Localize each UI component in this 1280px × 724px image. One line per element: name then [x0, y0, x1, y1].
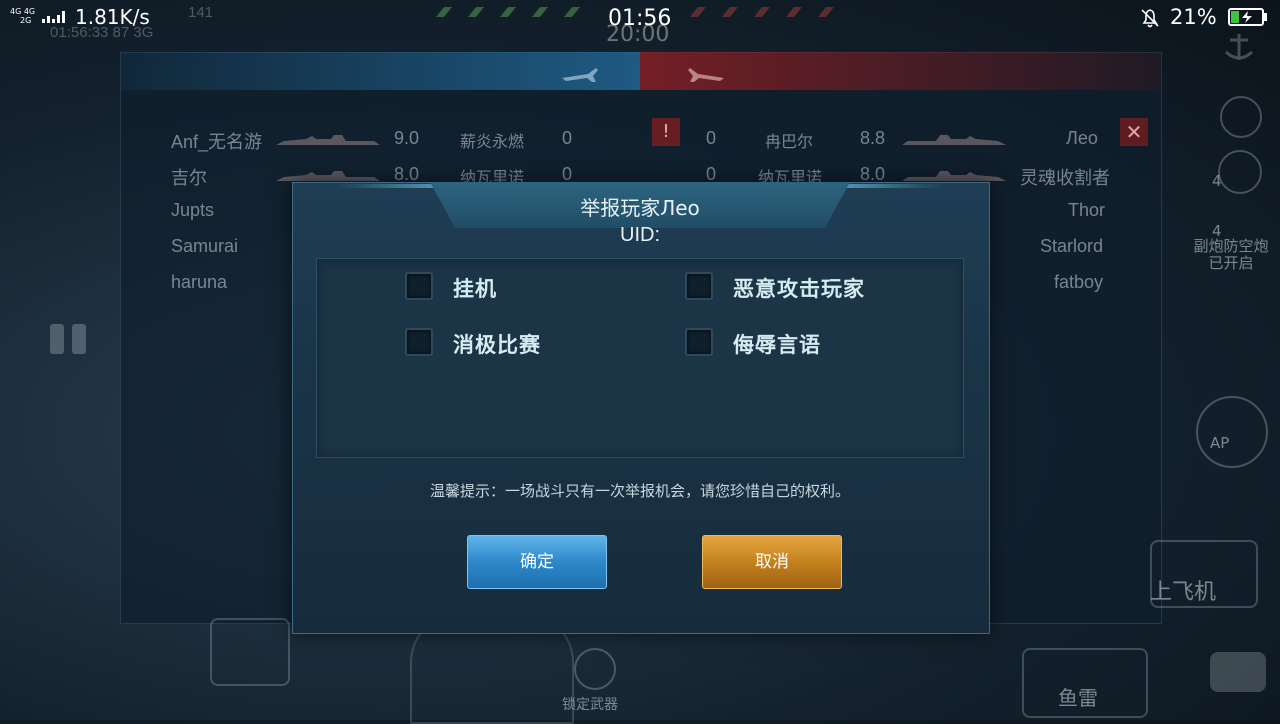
- blue-player-kills: 0: [562, 128, 573, 148]
- blue-player-name: haruna: [171, 272, 228, 292]
- close-icon[interactable]: ✕: [1120, 118, 1148, 146]
- confirm-button[interactable]: 确定: [467, 535, 607, 589]
- signal-icon: [42, 11, 65, 23]
- blue-player-tag: 薪炎永燃: [460, 134, 525, 151]
- report-tip: 温馨提示：一场战斗只有一次举报机会，请您珍惜自己的权利。: [429, 482, 850, 500]
- checkbox-afk[interactable]: [405, 272, 433, 300]
- red-player-name: Thor: [1068, 200, 1106, 220]
- blue-player-name: Anf_无名游: [171, 132, 263, 152]
- red-player-name: 灵魂收割者: [1020, 168, 1110, 188]
- red-player-kills: 0: [706, 128, 717, 148]
- report-flag-icon[interactable]: !: [652, 118, 680, 146]
- red-team-markers: [690, 7, 834, 17]
- crosshair-icon[interactable]: [574, 648, 616, 690]
- red-player-tag: 冉巴尔: [765, 134, 814, 151]
- red-player-name: fatboy: [1054, 272, 1104, 292]
- ammo-ap-label: AP: [1210, 434, 1230, 452]
- anchor-icon: [1224, 34, 1254, 60]
- blue-player-name: 吉尔: [171, 168, 207, 188]
- status-time: 01:56: [608, 6, 672, 31]
- network-type: 4G 4G 2G: [10, 7, 35, 25]
- network-type-bottom: 2G: [20, 16, 32, 25]
- dialog-title: 举报玩家Лео: [580, 196, 700, 220]
- option-passive-play-label[interactable]: 消极比赛: [453, 329, 541, 359]
- option-insult-label[interactable]: 侮辱言语: [733, 329, 821, 359]
- red-plane-icon: [688, 68, 724, 82]
- ship-icon: [276, 135, 380, 145]
- dialog-uid: UID:: [620, 224, 660, 246]
- blue-player-name: Samurai: [171, 236, 239, 256]
- red-player-name: Starlord: [1040, 236, 1104, 256]
- option-afk-label[interactable]: 挂机: [453, 273, 497, 303]
- ammo-selector[interactable]: [1196, 396, 1268, 468]
- blue-plane-icon: [562, 68, 598, 82]
- binoculars-icon[interactable]: [46, 318, 90, 358]
- network-type-top: 4G 4G: [10, 7, 36, 16]
- cancel-button[interactable]: 取消: [702, 535, 842, 589]
- red-player-score: 8.8: [860, 128, 886, 148]
- launch-plane-label: 上飞机: [1150, 580, 1217, 605]
- blue-player-score: 9.0: [394, 128, 420, 148]
- checkbox-insult[interactable]: [685, 328, 713, 356]
- dive-button[interactable]: [210, 618, 290, 686]
- checkbox-malicious-attack[interactable]: [685, 272, 713, 300]
- bell-muted-icon: [1141, 9, 1159, 28]
- lock-weapon-label: 锁定武器: [562, 697, 618, 713]
- battery-charging-icon: [1228, 8, 1267, 26]
- blue-team-markers: [436, 7, 580, 17]
- repair-icon[interactable]: [1220, 96, 1262, 138]
- checkbox-passive-play[interactable]: [405, 328, 433, 356]
- chat-icon[interactable]: [1210, 652, 1266, 692]
- network-speed: 1.81K/s: [75, 5, 150, 29]
- option-malicious-attack-label[interactable]: 恶意攻击玩家: [733, 273, 865, 303]
- battery-percent: 21%: [1170, 5, 1217, 29]
- smoke-icon[interactable]: [1218, 150, 1262, 194]
- skill-count: 4: [1212, 172, 1222, 190]
- air-defense-status: 副炮防空炮 已开启: [1193, 237, 1269, 272]
- hud-top-number: 141: [188, 4, 214, 21]
- blue-player-name: Jupts: [171, 200, 215, 220]
- torpedo-label: 鱼雷: [1058, 686, 1098, 710]
- ship-icon: [902, 135, 1006, 145]
- red-player-name: Лео: [1066, 128, 1098, 148]
